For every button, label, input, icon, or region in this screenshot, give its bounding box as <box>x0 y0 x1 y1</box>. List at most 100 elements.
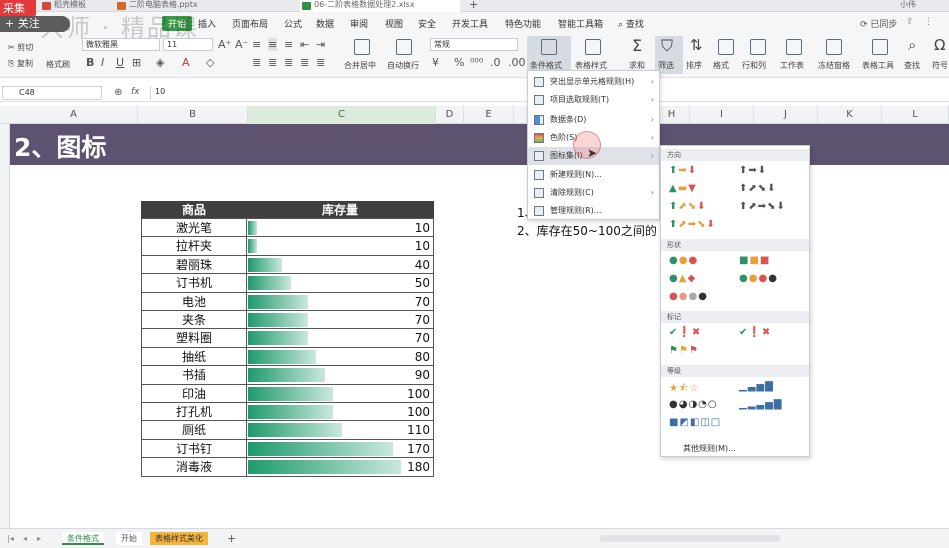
doc-tab-xlsx[interactable]: 06-二阶表格数据处理2.xlsx <box>300 0 460 12</box>
column-header-E[interactable]: E <box>464 106 514 124</box>
icon-set-5-arrows-colored[interactable]: ⬆⬈➡⬊⬇ <box>669 219 716 230</box>
stock-cell[interactable]: 10 <box>247 237 434 255</box>
sync-status[interactable]: ⟳ 已同步 <box>860 17 897 30</box>
product-cell[interactable]: 抽纸 <box>141 347 247 366</box>
stock-cell[interactable]: 70 <box>247 329 434 347</box>
icon-set-4-arrows-colored[interactable]: ⬆⬈⬊⬇ <box>669 201 707 212</box>
product-cell[interactable]: 订书钉 <box>141 439 247 458</box>
menu-search[interactable]: ⌕ 查找 <box>618 17 644 30</box>
fill-color-icon[interactable]: ◈ <box>156 56 164 69</box>
symbol-button[interactable]: 符号 <box>932 60 948 71</box>
product-cell[interactable]: 消毒液 <box>141 458 247 476</box>
font-color-icon[interactable]: A <box>182 56 190 69</box>
format-button[interactable]: 格式 <box>713 60 729 71</box>
sheet-tab-start[interactable]: 开始 <box>116 532 142 545</box>
number-format-select[interactable]: 常规 <box>430 38 518 51</box>
filter-button[interactable]: ⛉ 筛选 <box>655 36 683 74</box>
menu-review[interactable]: 审阅 <box>350 17 368 30</box>
wrap-icon[interactable] <box>396 39 412 55</box>
border-icon[interactable]: ⊞ <box>132 56 141 69</box>
menu-insert[interactable]: 插入 <box>198 17 216 30</box>
align-center-icon[interactable]: ≣ <box>268 56 277 69</box>
icon-set-3-signs[interactable]: ●▲◆ <box>669 273 696 284</box>
menu-page-layout[interactable]: 页面布局 <box>232 17 268 30</box>
icon-set-3-arrows-colored[interactable]: ⬆➡⬇ <box>669 165 697 176</box>
product-cell[interactable]: 打孔机 <box>141 403 247 421</box>
align-bottom-icon[interactable]: ≡ <box>284 38 293 51</box>
symbol-icon[interactable]: Ω <box>934 36 945 54</box>
sum-icon[interactable]: Σ <box>632 36 642 55</box>
menu-special[interactable]: 特色功能 <box>505 17 541 30</box>
icon-set-3-traffic-lights-rimmed[interactable]: ■■■ <box>739 255 770 266</box>
menu-item-clear-rules[interactable]: 清除规则(C) › <box>528 184 659 202</box>
product-cell[interactable]: 订书机 <box>141 274 247 292</box>
grow-font-icon[interactable]: A⁺ <box>218 38 231 51</box>
indent-right-icon[interactable]: ⇥ <box>316 38 325 51</box>
new-tab-button[interactable]: + <box>465 0 481 12</box>
underline-icon[interactable]: U <box>116 56 124 69</box>
worksheet-icon[interactable] <box>786 39 802 55</box>
cut-button[interactable]: ✂ 剪切 <box>8 42 33 53</box>
column-header-L[interactable]: L <box>882 106 949 124</box>
stock-cell[interactable]: 170 <box>247 439 434 458</box>
product-cell[interactable]: 碧丽珠 <box>141 255 247 274</box>
stock-cell[interactable]: 100 <box>247 403 434 421</box>
menu-security[interactable]: 安全 <box>418 17 436 30</box>
user-area[interactable]: 小伟 <box>900 0 945 12</box>
increase-decimal-icon[interactable]: .0 <box>490 56 501 69</box>
wrap-button[interactable]: 自动换行 <box>387 60 419 71</box>
column-header-I[interactable]: I <box>690 106 754 124</box>
freeze-button[interactable]: 冻结窗格 <box>818 60 850 71</box>
first-sheet-icon[interactable]: |◂ <box>2 532 19 545</box>
menu-item-data-bars[interactable]: 数据条(D) › <box>528 111 659 129</box>
next-sheet-icon[interactable]: ▸ <box>32 532 46 545</box>
indent-left-icon[interactable]: ⇤ <box>300 38 309 51</box>
menu-formula[interactable]: 公式 <box>284 17 302 30</box>
product-cell[interactable]: 激光笔 <box>141 219 247 237</box>
menu-view[interactable]: 视图 <box>385 17 403 30</box>
copy-button[interactable]: ⎘ 复制 <box>8 58 33 69</box>
name-box[interactable]: C48 <box>2 86 102 100</box>
icon-set-5-quarters[interactable]: ●◕◑◔○ <box>669 399 718 410</box>
currency-icon[interactable]: ¥ <box>432 56 439 69</box>
product-cell[interactable]: 塑料圈 <box>141 329 247 347</box>
stock-cell[interactable]: 10 <box>247 219 434 237</box>
icon-set-4-ratings[interactable]: ▁▃▅▇ <box>739 381 774 392</box>
percent-icon[interactable]: % <box>454 56 464 69</box>
stock-cell[interactable]: 80 <box>247 347 434 366</box>
menu-item-top-rules[interactable]: 项目选取规则(T) › <box>528 91 659 109</box>
align-top-icon[interactable]: ≡ <box>252 38 261 51</box>
stock-cell[interactable]: 110 <box>247 421 434 439</box>
icon-set-5-ratings[interactable]: ▁▂▃▅▇ <box>739 399 782 410</box>
product-cell[interactable]: 夹条 <box>141 311 247 329</box>
distribute-icon[interactable]: ≣ <box>316 56 325 69</box>
icon-set-3-stars[interactable]: ★⯪☆ <box>669 381 699 398</box>
menu-item-manage-rules[interactable]: 管理规则(R)... <box>528 202 659 220</box>
icon-set-3-traffic-lights[interactable]: ●●● <box>669 255 698 266</box>
product-cell[interactable]: 电池 <box>141 292 247 310</box>
worksheet-button[interactable]: 工作表 <box>780 60 804 71</box>
icon-set-4-traffic-lights[interactable]: ●●●● <box>739 273 778 284</box>
align-left-icon[interactable]: ≣ <box>252 56 261 69</box>
stock-cell[interactable]: 50 <box>247 274 434 292</box>
menu-data[interactable]: 数据 <box>316 17 334 30</box>
icon-set-4-red-to-black[interactable]: ●●●● <box>669 291 708 302</box>
prev-sheet-icon[interactable]: ◂ <box>18 532 32 545</box>
sort-icon[interactable]: ⇅ <box>690 36 703 54</box>
horizontal-scrollbar[interactable] <box>600 535 780 542</box>
format-icon[interactable] <box>718 39 734 55</box>
collect-badge[interactable]: 采集 <box>0 0 36 17</box>
format-painter-button[interactable]: 格式刷 <box>46 59 70 70</box>
icon-set-3-arrows-gray[interactable]: ⬆➡⬇ <box>739 165 767 176</box>
row-col-icon[interactable] <box>750 39 766 55</box>
table-tools-icon[interactable] <box>872 39 888 55</box>
merge-icon[interactable] <box>354 39 370 55</box>
formula-input[interactable]: 10 <box>150 86 530 100</box>
freeze-icon[interactable] <box>826 39 842 55</box>
stock-cell[interactable]: 180 <box>247 458 434 476</box>
more-rules-link[interactable]: 其他规则(M)... <box>683 443 736 454</box>
align-right-icon[interactable]: ≣ <box>284 56 293 69</box>
icon-set-4-arrows-gray[interactable]: ⬆⬈⬊⬇ <box>739 183 777 194</box>
product-cell[interactable]: 印油 <box>141 384 247 402</box>
icon-set-3-symbols-circled[interactable]: ✔❗✖ <box>669 327 701 338</box>
